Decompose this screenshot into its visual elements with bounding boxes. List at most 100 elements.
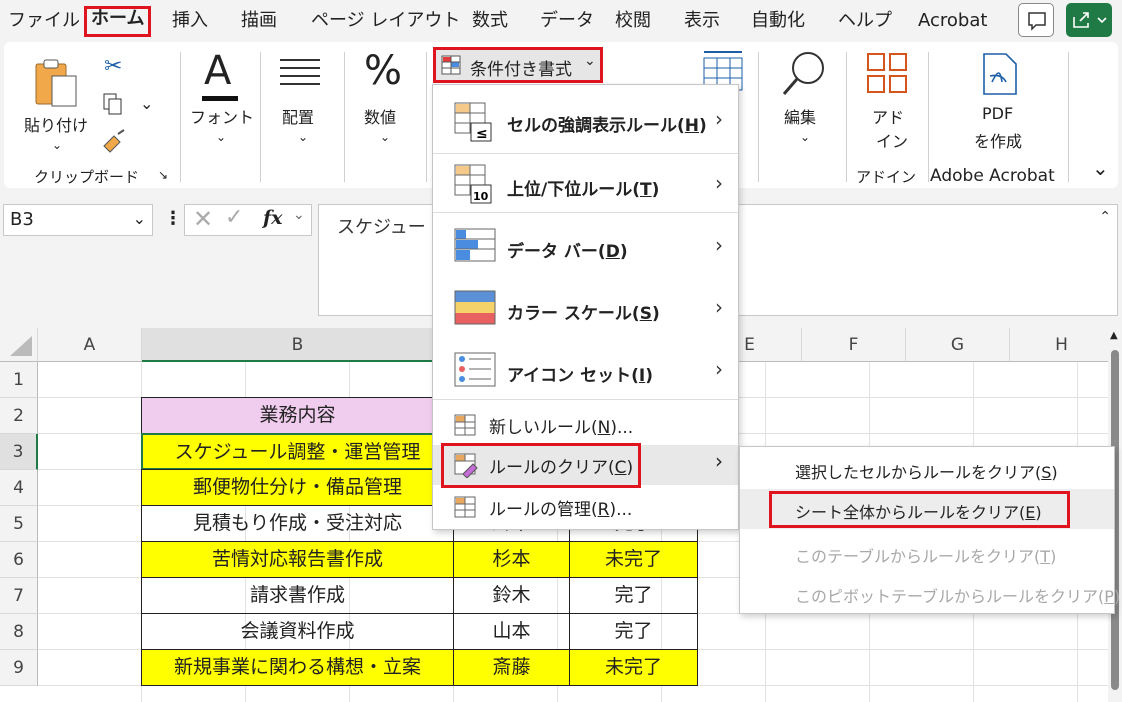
tab-home[interactable]: ホーム <box>84 6 152 37</box>
chevron-down-icon: ⌄ <box>800 130 811 144</box>
table-cell[interactable]: 山本 <box>453 613 570 650</box>
column-header-a[interactable]: A <box>38 328 142 362</box>
share-button[interactable] <box>1066 3 1112 37</box>
dialog-launcher-icon[interactable]: ↘ <box>158 168 168 182</box>
column-header-f[interactable]: F <box>802 328 906 362</box>
row-header[interactable]: 5 <box>0 506 38 542</box>
color-scales-label: カラー スケール <box>507 304 632 324</box>
clear-pivot-label: このピボットテーブルからルールをクリア <box>795 587 1099 606</box>
tab-review[interactable]: 校閲 <box>615 9 651 35</box>
more-options-icon[interactable]: ⋮ <box>164 208 182 229</box>
table-cell[interactable]: 見積もり作成・受注対応 <box>141 505 454 542</box>
editing-button[interactable]: 編集 ⌄ <box>774 46 834 146</box>
table-cell[interactable]: 完了 <box>569 613 698 650</box>
column-header-g[interactable]: G <box>906 328 1010 362</box>
copy-icon[interactable] <box>98 90 128 120</box>
submenu-item-clear-table: このテーブルからルールをクリア(T) <box>795 547 1057 566</box>
table-cell[interactable]: 未完了 <box>569 649 698 686</box>
table-cell[interactable]: 請求書作成 <box>141 577 454 614</box>
font-label: フォント <box>190 108 255 127</box>
scroll-up-icon[interactable]: ▲ <box>1110 330 1118 341</box>
menu-item-color-scales[interactable]: カラー スケール(S) › <box>433 281 738 341</box>
tab-data[interactable]: データ <box>540 9 594 35</box>
separator <box>180 52 181 182</box>
tab-acrobat[interactable]: Acrobat <box>918 9 987 35</box>
row-header[interactable]: 4 <box>0 470 38 506</box>
paste-button[interactable]: 貼り付け ⌄ <box>24 52 88 152</box>
conditional-format-icon <box>441 55 461 75</box>
table-header-cell[interactable]: 業務内容 <box>141 397 454 434</box>
percent-icon: % <box>364 48 403 94</box>
menu-item-data-bars[interactable]: データ バー(D) › <box>433 215 738 279</box>
chevron-down-icon[interactable]: ⌄ <box>133 204 146 234</box>
tab-view[interactable]: 表示 <box>684 9 720 35</box>
menu-item-icon-sets[interactable]: アイコン セット(I) › <box>433 343 738 403</box>
new-rule-key: N <box>597 418 611 438</box>
tab-file[interactable]: ファイル <box>8 9 80 35</box>
adobe-group-label: Adobe Acrobat <box>930 166 1055 186</box>
tab-page-layout[interactable]: ページ レイアウト <box>311 9 460 35</box>
table-cell[interactable]: 新規事業に関わる構想・立案 <box>141 649 454 686</box>
submenu-item-clear-pivot: このピボットテーブルからルールをクリア(P) <box>795 587 1121 606</box>
menu-item-highlight-rules[interactable]: ≤ セルの強調表示ルール(H) › <box>433 91 738 153</box>
row-header[interactable]: 9 <box>0 650 38 686</box>
comment-icon <box>1028 12 1046 31</box>
paste-label: 貼り付け <box>24 116 89 135</box>
chevron-down-icon[interactable]: ⌄ <box>293 207 305 223</box>
table-cell[interactable]: 会議資料作成 <box>141 613 454 650</box>
table-cell[interactable]: 斎藤 <box>453 649 570 686</box>
data-bars-label: データ バー <box>507 242 598 262</box>
table-cell[interactable]: 杉本 <box>453 541 570 578</box>
clear-table-key: T <box>1040 547 1051 566</box>
row-header[interactable]: 7 <box>0 578 38 614</box>
number-label: 数値 <box>364 108 397 127</box>
ribbon-collapse-chevron-icon[interactable]: ⌄ <box>1092 156 1109 180</box>
chevron-down-icon: ⌄ <box>216 130 227 144</box>
tab-help[interactable]: ヘルプ <box>838 9 892 35</box>
add-ins-group-label: アドイン <box>856 168 917 186</box>
row-header[interactable]: 8 <box>0 614 38 650</box>
number-button[interactable]: % 数値 ⌄ <box>354 48 414 148</box>
comments-button[interactable] <box>1018 3 1054 37</box>
highlight-box-clear-rules <box>441 443 641 488</box>
separator <box>260 52 261 182</box>
menu-item-manage-rules[interactable]: ルールの管理(R)... <box>433 489 738 525</box>
cut-icon[interactable]: ✂ <box>104 54 122 79</box>
tab-automate[interactable]: 自動化 <box>751 9 805 35</box>
table-cell[interactable]: 郵便物仕分け・備品管理 <box>141 469 454 506</box>
cancel-icon[interactable]: ✕ <box>193 205 213 233</box>
column-header-b[interactable]: B <box>142 328 454 362</box>
create-pdf-button[interactable]: PDF を作成 <box>964 52 1034 152</box>
conditional-formatting-button[interactable]: 条件付き書式 ⌄ <box>433 47 603 83</box>
insert-function-icon[interactable]: fx <box>263 207 283 229</box>
tab-insert[interactable]: 挿入 <box>172 9 208 35</box>
select-all-corner[interactable] <box>0 328 38 362</box>
collapse-formula-icon[interactable]: ⌃ <box>1099 209 1111 225</box>
tab-formulas[interactable]: 数式 <box>472 9 508 35</box>
separator <box>1068 52 1069 182</box>
table-cell[interactable]: 苦情対応報告書作成 <box>141 541 454 578</box>
row-header[interactable]: 2 <box>0 398 38 434</box>
copy-chevron-icon[interactable]: ⌄ <box>140 94 153 113</box>
alignment-button[interactable]: 配置 ⌄ <box>272 48 332 148</box>
menu-item-new-rule[interactable]: 新しいルール(N)... <box>433 407 738 443</box>
chevron-down-icon: ⌄ <box>584 53 596 69</box>
row-header[interactable]: 6 <box>0 542 38 578</box>
table-cell[interactable]: 鈴木 <box>453 577 570 614</box>
table-cell[interactable]: 未完了 <box>569 541 698 578</box>
row-header[interactable]: 1 <box>0 362 38 398</box>
enter-icon[interactable]: ✓ <box>225 205 243 230</box>
table-cell[interactable]: 完了 <box>569 577 698 614</box>
add-ins-button[interactable]: アド イン <box>860 50 920 151</box>
color-scales-icon <box>454 290 496 325</box>
row-header[interactable]: 3 <box>0 434 38 470</box>
font-button[interactable]: A フォント ⌄ <box>190 48 254 148</box>
submenu-item-clear-selected[interactable]: 選択したセルからルールをクリア(S) <box>795 459 1058 483</box>
new-rule-ellipsis: ... <box>617 418 634 438</box>
format-painter-icon[interactable] <box>100 128 130 158</box>
selected-cell-b3[interactable]: スケジュール調整・運営管理 <box>141 433 454 470</box>
menu-item-top-bottom-rules[interactable]: 10 上位/下位ルール(T) › <box>433 157 738 217</box>
tab-draw[interactable]: 描画 <box>241 9 277 35</box>
name-box[interactable]: B3 ⌄ <box>3 204 153 236</box>
column-header-h[interactable]: H <box>1010 328 1108 362</box>
